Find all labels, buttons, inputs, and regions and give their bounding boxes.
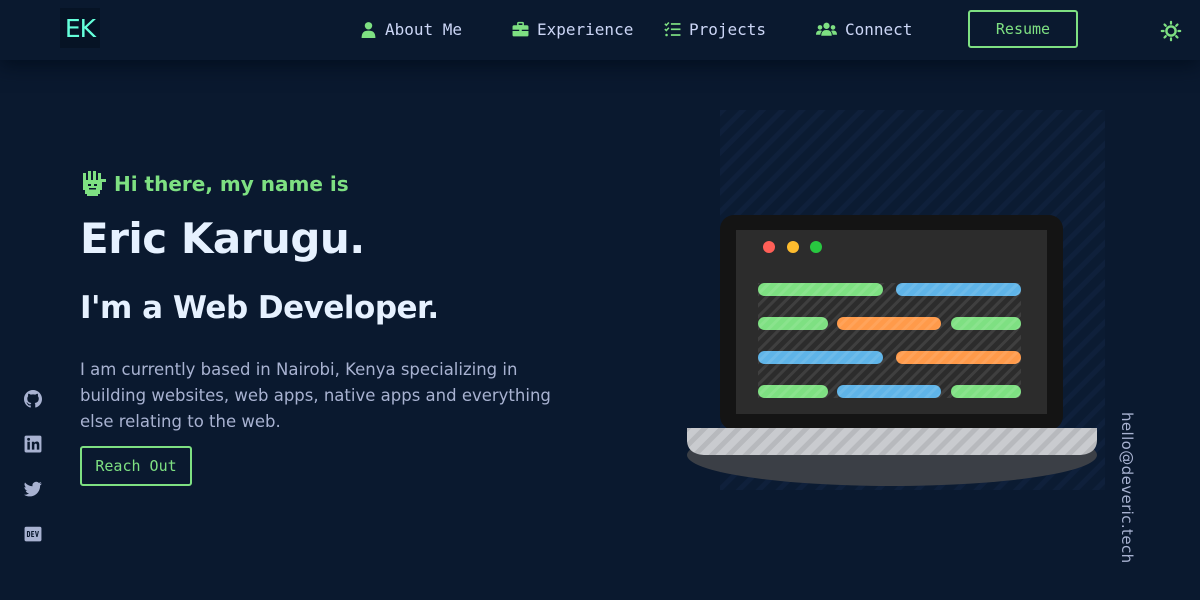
- waving-hand-icon: [83, 171, 106, 196]
- email-link[interactable]: hello@deveric.tech: [1118, 412, 1136, 564]
- user-icon: [361, 21, 376, 38]
- sun-icon: [1160, 20, 1182, 42]
- checklist-icon: [664, 21, 681, 36]
- nav-about-me[interactable]: About Me: [360, 18, 462, 40]
- site-header: EK About Me Experience Projects Connect …: [0, 0, 1200, 60]
- nav-experience[interactable]: Experience: [512, 18, 633, 40]
- nav-projects[interactable]: Projects: [664, 18, 766, 40]
- nav-label: Experience: [537, 19, 634, 39]
- hero-role: I'm a Web Developer.: [80, 290, 439, 326]
- social-link-linkedin[interactable]: [24, 435, 42, 453]
- nav-connect[interactable]: Connect: [816, 18, 912, 40]
- nav-label: Projects: [689, 19, 767, 39]
- social-link-github[interactable]: [24, 390, 42, 408]
- github-icon: [24, 390, 42, 408]
- twitter-icon: [24, 481, 42, 497]
- social-link-dev[interactable]: [24, 525, 42, 543]
- code-lines: [758, 283, 1021, 398]
- reach-out-button[interactable]: Reach Out: [80, 446, 192, 486]
- hero-name: Eric Karugu.: [80, 214, 365, 263]
- theme-toggle-button[interactable]: [1160, 20, 1182, 42]
- laptop-code-illustration: [687, 110, 1105, 490]
- briefcase-icon: [512, 21, 529, 36]
- hero-bio: I am currently based in Nairobi, Kenya s…: [80, 360, 551, 431]
- linkedin-icon: [24, 435, 42, 453]
- email-sidebar: hello@deveric.tech: [1112, 412, 1142, 564]
- site-logo[interactable]: EK: [60, 8, 100, 48]
- nav-label: Connect: [845, 19, 913, 39]
- nav-label: About Me: [385, 19, 463, 39]
- greeting-text: Hi there, my name is: [114, 172, 349, 196]
- greeting: Hi there, my name is: [80, 170, 349, 198]
- social-link-twitter[interactable]: [24, 480, 42, 498]
- dev-icon: [24, 526, 42, 542]
- users-icon: [816, 22, 837, 36]
- resume-button[interactable]: Resume: [968, 10, 1078, 48]
